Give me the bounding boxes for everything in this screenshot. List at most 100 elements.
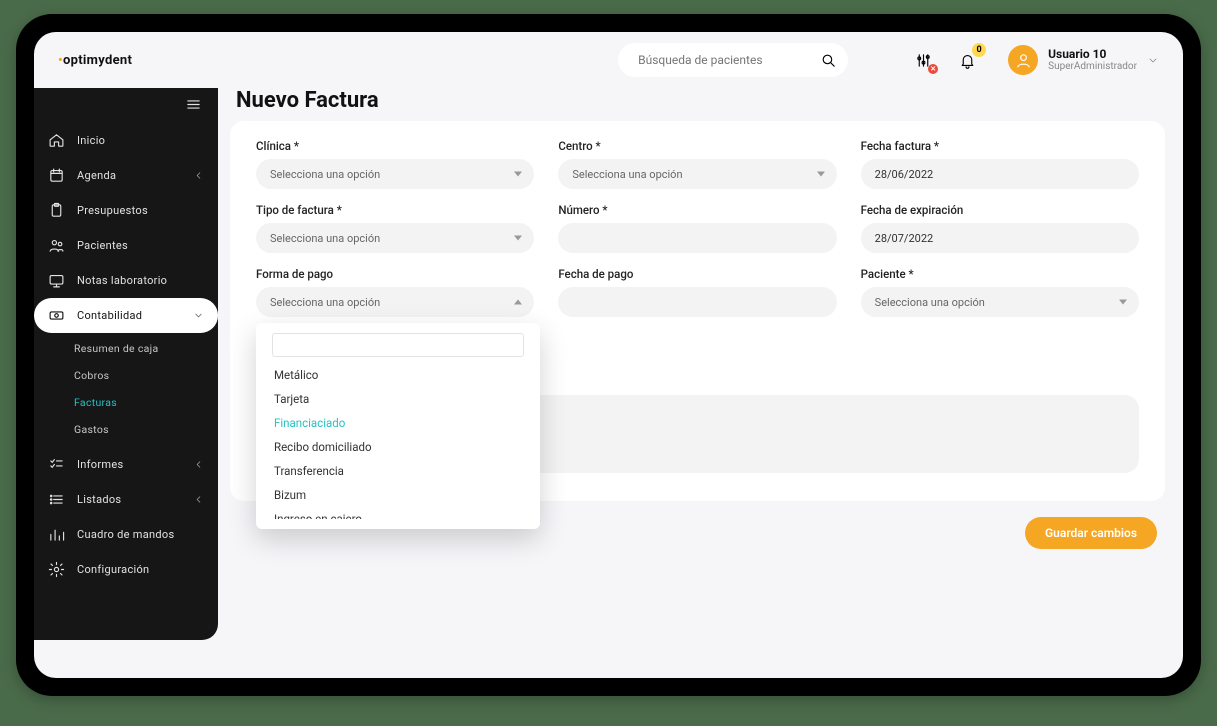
sidebar-item-label: Cuadro de mandos [77, 528, 174, 541]
label-fecha-factura: Fecha factura * [861, 139, 1139, 153]
label-tipo-factura: Tipo de factura * [256, 203, 534, 217]
sidebar-item-listados[interactable]: Listados [34, 482, 218, 517]
input-fecha-factura[interactable] [861, 159, 1139, 189]
main-content: Nuevo Factura Clínica * Selecciona una o… [230, 88, 1165, 660]
app-screen: •optimydent ✕ 0 [34, 32, 1183, 678]
input-numero[interactable] [558, 223, 836, 253]
sidebar-item-label: Contabilidad [77, 309, 142, 322]
sidebar-item-contabilidad[interactable]: Contabilidad [34, 298, 218, 333]
sub-item-cobros[interactable]: Cobros [34, 362, 218, 389]
input-fecha-pago[interactable] [558, 287, 836, 317]
group-tipo-factura: Tipo de factura * Selecciona una opción [256, 203, 534, 253]
dropdown-option[interactable]: Tarjeta [264, 387, 528, 411]
search-icon[interactable] [819, 49, 838, 71]
sidebar-item-dashboard[interactable]: Cuadro de mandos [34, 517, 218, 552]
chevron-down-icon [1147, 52, 1159, 69]
monitor-icon [48, 272, 65, 289]
sidebar-item-label: Pacientes [77, 239, 128, 252]
select-tipo-factura[interactable]: Selecciona una opción [256, 223, 534, 253]
dropdown-option[interactable]: Recibo domiciliado [264, 435, 528, 459]
user-menu[interactable]: Usuario 10 SuperAdministrador [1008, 45, 1159, 75]
topbar: •optimydent ✕ 0 [34, 32, 1183, 88]
device-frame: •optimydent ✕ 0 [16, 14, 1201, 696]
sidebar-item-config[interactable]: Configuración [34, 552, 218, 587]
label-numero: Número * [558, 203, 836, 217]
clipboard-icon [48, 202, 65, 219]
users-icon [48, 237, 65, 254]
dropdown-option-list: MetálicoTarjetaFinanciaciadoRecibo domic… [264, 363, 532, 519]
alert-badge-icon: ✕ [928, 64, 938, 74]
group-fecha-pago: Fecha de pago [558, 267, 836, 317]
sidebar-item-notas-lab[interactable]: Notas laboratorio [34, 263, 218, 298]
user-role: SuperAdministrador [1048, 61, 1137, 72]
sidebar-item-label: Listados [77, 493, 121, 506]
brand-text: optimydent [63, 53, 132, 68]
sidebar-item-pacientes[interactable]: Pacientes [34, 228, 218, 263]
sidebar-toggle[interactable] [34, 92, 218, 123]
sidebar-item-label: Informes [77, 458, 123, 471]
label-clinica: Clínica * [256, 139, 534, 153]
select-clinica[interactable]: Selecciona una opción [256, 159, 534, 189]
label-fecha-exp: Fecha de expiración [861, 203, 1139, 217]
dropdown-search-input[interactable] [272, 333, 524, 357]
notification-badge: 0 [972, 43, 986, 57]
dropdown-option[interactable]: Ingreso en cajero [264, 507, 528, 519]
sidebar-item-label: Configuración [77, 563, 149, 576]
group-paciente: Paciente * Selecciona una opción [861, 267, 1139, 317]
sidebar-item-label: Notas laboratorio [77, 274, 167, 287]
label-centro: Centro * [558, 139, 836, 153]
group-centro: Centro * Selecciona una opción [558, 139, 836, 189]
list-icon [48, 491, 65, 508]
dropdown-forma-pago: MetálicoTarjetaFinanciaciadoRecibo domic… [256, 323, 540, 529]
sidebar-item-label: Agenda [77, 169, 116, 182]
sub-item-gastos[interactable]: Gastos [34, 416, 218, 443]
bar-chart-icon [48, 526, 65, 543]
menu-icon [185, 96, 202, 113]
page-title: Nuevo Factura [230, 88, 1165, 121]
sidebar-submenu-contabilidad: Resumen de caja Cobros Facturas Gastos [34, 333, 218, 447]
sidebar-item-inicio[interactable]: Inicio [34, 123, 218, 158]
save-button[interactable]: Guardar cambios [1025, 517, 1157, 549]
label-paciente: Paciente * [861, 267, 1139, 281]
user-name: Usuario 10 [1048, 48, 1137, 62]
settings-sliders-icon[interactable]: ✕ [912, 49, 934, 71]
group-fecha-factura: Fecha factura * [861, 139, 1139, 189]
home-icon [48, 132, 65, 149]
checklist-icon [48, 456, 65, 473]
bell-icon[interactable]: 0 [956, 49, 978, 71]
dropdown-option[interactable]: Bizum [264, 483, 528, 507]
group-clinica: Clínica * Selecciona una opción [256, 139, 534, 189]
brand-logo: •optimydent [58, 53, 132, 68]
sidebar-item-agenda[interactable]: Agenda [34, 158, 218, 193]
select-forma-pago[interactable]: Selecciona una opción [256, 287, 534, 317]
sidebar-item-informes[interactable]: Informes [34, 447, 218, 482]
chevron-left-icon [193, 491, 204, 508]
search-input[interactable] [636, 52, 809, 68]
group-numero: Número * [558, 203, 836, 253]
dropdown-option[interactable]: Transferencia [264, 459, 528, 483]
label-forma-pago: Forma de pago [256, 267, 534, 281]
sidebar-item-presupuestos[interactable]: Presupuestos [34, 193, 218, 228]
select-paciente[interactable]: Selecciona una opción [861, 287, 1139, 317]
chevron-left-icon [193, 456, 204, 473]
gear-icon [48, 561, 65, 578]
sub-item-resumen-caja[interactable]: Resumen de caja [34, 335, 218, 362]
invoice-form: Clínica * Selecciona una opción Centro *… [230, 121, 1165, 501]
chevron-down-icon [193, 307, 204, 324]
dropdown-option[interactable]: Financiaciado [264, 411, 528, 435]
avatar [1008, 45, 1038, 75]
label-fecha-pago: Fecha de pago [558, 267, 836, 281]
sidebar-item-label: Inicio [77, 134, 105, 147]
dropdown-option[interactable]: Metálico [264, 363, 528, 387]
sidebar: Inicio Agenda Presupuestos Pacientes [34, 88, 218, 640]
calendar-icon [48, 167, 65, 184]
sidebar-item-label: Presupuestos [77, 204, 148, 217]
patient-search[interactable] [618, 43, 848, 77]
sub-item-facturas[interactable]: Facturas [34, 389, 218, 416]
input-fecha-exp[interactable] [861, 223, 1139, 253]
chevron-left-icon [193, 167, 204, 184]
group-fecha-exp: Fecha de expiración [861, 203, 1139, 253]
select-centro[interactable]: Selecciona una opción [558, 159, 836, 189]
cash-icon [48, 307, 65, 324]
group-forma-pago: Forma de pago Selecciona una opción Metá… [256, 267, 534, 317]
